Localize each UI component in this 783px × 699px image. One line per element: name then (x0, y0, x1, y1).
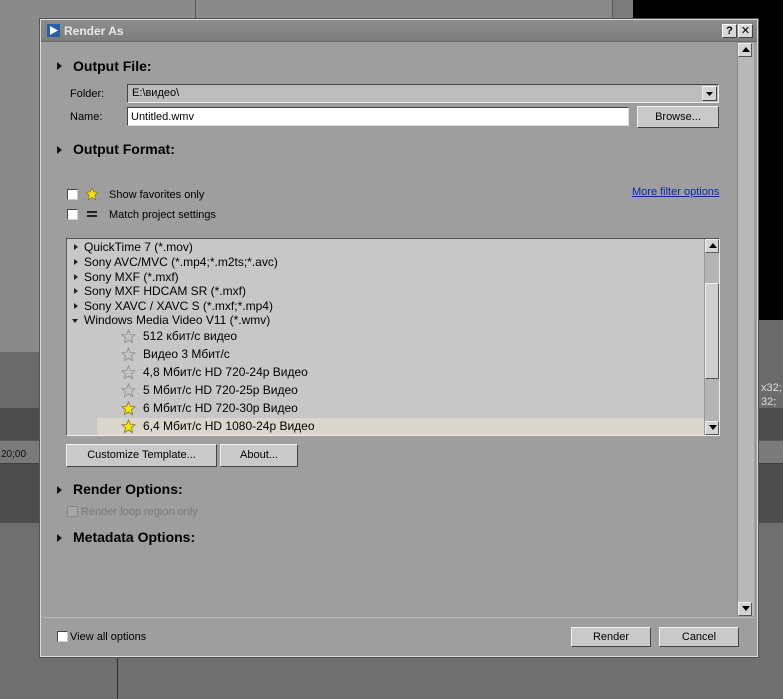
name-input[interactable] (127, 107, 629, 126)
template-label: 5 Мбит/с HD 720-25p Видео (143, 383, 298, 397)
more-filter-options-link[interactable]: More filter options (632, 186, 719, 198)
metadata-options-heading[interactable]: Metadata Options: (73, 529, 195, 545)
render-options-heading[interactable]: Render Options: (73, 481, 183, 497)
dialog-titlebar[interactable]: Render As ? ✕ (41, 20, 757, 42)
format-template-list[interactable]: QuickTime 7 (*.mov) Sony AVC/MVC (*.mp4;… (66, 238, 720, 436)
render-options-expand-icon[interactable] (57, 486, 62, 494)
star-outline-icon[interactable] (121, 347, 136, 362)
dialog-scroll-down-button[interactable] (738, 602, 752, 616)
star-outline-icon[interactable] (121, 365, 136, 380)
chevron-down-icon (706, 92, 713, 96)
list-item-sony-mxf-hdcam[interactable]: Sony MXF HDCAM SR (*.mxf) (67, 284, 707, 299)
match-project-label: Match project settings (109, 209, 216, 221)
help-button[interactable]: ? (722, 24, 737, 38)
template-label: 6,4 Мбит/с HD 1080-24p Видео (143, 419, 315, 433)
close-button[interactable]: ✕ (738, 24, 753, 38)
view-all-options-checkbox[interactable] (57, 631, 68, 642)
arrow-up-icon (742, 47, 750, 52)
dialog-title: Render As (64, 24, 124, 38)
arrow-up-icon (709, 243, 717, 248)
folder-label: Folder: (70, 88, 105, 100)
render-as-dialog: Render As ? ✕ Output File: Folder: E:\ви… (40, 19, 758, 657)
folder-combo[interactable]: E:\видео\ (127, 84, 719, 103)
list-item-label: Sony XAVC / XAVC S (*.mxf;*.mp4) (84, 299, 273, 313)
list-item-label: QuickTime 7 (*.mov) (84, 240, 193, 254)
background-text-2: 32; (761, 396, 777, 408)
list-scroll-up-button[interactable] (705, 239, 719, 253)
template-label: 6 Мбит/с HD 720-30p Видео (143, 401, 298, 415)
arrow-down-icon (709, 425, 717, 430)
output-format-expand-icon[interactable] (57, 146, 62, 154)
list-item-label: Sony MXF (*.mxf) (84, 270, 179, 284)
match-project-checkbox[interactable] (67, 209, 78, 220)
star-favorite-icon[interactable] (121, 401, 136, 416)
render-loop-region-label: Render loop region only (81, 506, 198, 518)
expand-right-icon (74, 259, 78, 265)
browse-button[interactable]: Browse... (637, 106, 719, 128)
dialog-scrollbar[interactable] (737, 43, 754, 616)
template-item-6mbps-720-30p[interactable]: 6 Мбит/с HD 720-30p Видео (67, 401, 707, 416)
list-item-sony-mxf[interactable]: Sony MXF (*.mxf) (67, 270, 707, 285)
list-item-label: Windows Media Video V11 (*.wmv) (84, 313, 271, 327)
equals-icon (87, 211, 97, 217)
template-label: 512 кбит/с видео (143, 329, 238, 343)
list-item-sony-avc[interactable]: Sony AVC/MVC (*.mp4;*.m2ts;*.avc) (67, 255, 707, 270)
output-file-heading[interactable]: Output File: (73, 58, 152, 74)
template-item-5mbps-720-25p[interactable]: 5 Мбит/с HD 720-25p Видео (67, 383, 707, 398)
list-item-quicktime[interactable]: QuickTime 7 (*.mov) (67, 240, 707, 255)
list-scroll-thumb[interactable] (705, 283, 719, 379)
folder-dropdown-button[interactable] (702, 86, 717, 101)
dialog-content: Output File: Folder: E:\видео\ Name: Bro… (43, 43, 737, 616)
list-item-label: Sony AVC/MVC (*.mp4;*.m2ts;*.avc) (84, 255, 278, 269)
favorite-star-icon (85, 187, 99, 201)
render-loop-region-checkbox[interactable] (67, 506, 78, 517)
expand-right-icon (74, 274, 78, 280)
list-scrollbar[interactable] (704, 239, 719, 435)
background-text-1: x32; (761, 382, 782, 394)
list-scroll-down-button[interactable] (705, 421, 719, 435)
show-favorites-checkbox[interactable] (67, 189, 78, 200)
arrow-down-icon (742, 606, 750, 611)
list-item-sony-xavc[interactable]: Sony XAVC / XAVC S (*.mxf;*.mp4) (67, 299, 707, 314)
template-item-6-4mbps-1080-24p[interactable]: 6,4 Мбит/с HD 1080-24p Видео (67, 419, 707, 434)
expand-right-icon (74, 303, 78, 309)
render-button[interactable]: Render (571, 627, 651, 647)
star-outline-icon[interactable] (121, 383, 136, 398)
metadata-options-expand-icon[interactable] (57, 534, 62, 542)
cancel-button[interactable]: Cancel (659, 627, 739, 647)
dialog-scroll-up-button[interactable] (738, 43, 752, 57)
expand-right-icon (74, 244, 78, 250)
list-item-windows-media-video[interactable]: Windows Media Video V11 (*.wmv) (67, 313, 707, 328)
show-favorites-label: Show favorites only (109, 189, 205, 201)
customize-template-button[interactable]: Customize Template... (66, 444, 217, 467)
expand-right-icon (74, 288, 78, 294)
name-label: Name: (70, 111, 103, 123)
template-label: 4,8 Мбит/с HD 720-24p Видео (143, 365, 308, 379)
expand-down-icon (72, 319, 78, 323)
star-outline-icon[interactable] (121, 329, 136, 344)
ruler-time-label: 20;00 (1, 449, 27, 460)
star-favorite-icon[interactable] (121, 419, 136, 434)
template-label: Видео 3 Мбит/с (143, 347, 230, 361)
output-file-expand-icon[interactable] (57, 62, 62, 70)
template-item-512kbps[interactable]: 512 кбит/с видео (67, 329, 707, 344)
about-button[interactable]: About... (220, 444, 298, 467)
app-icon (47, 24, 60, 37)
list-item-label: Sony MXF HDCAM SR (*.mxf) (84, 284, 247, 298)
folder-value: E:\видео\ (132, 87, 180, 99)
output-format-heading[interactable]: Output Format: (73, 141, 175, 157)
view-all-options-label: View all options (70, 631, 147, 643)
template-item-4-8mbps-720-24p[interactable]: 4,8 Мбит/с HD 720-24p Видео (67, 365, 707, 380)
dialog-footer: View all options Render Cancel (43, 617, 755, 656)
template-item-3mbps[interactable]: Видео 3 Мбит/с (67, 347, 707, 362)
